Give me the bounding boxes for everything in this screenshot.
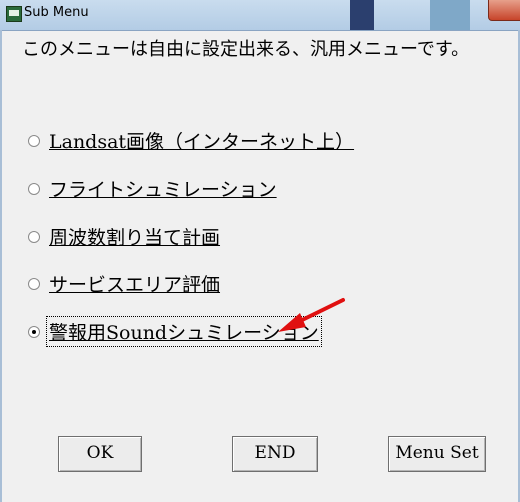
background-window-fragment bbox=[350, 0, 374, 30]
option-label[interactable]: サービスエリア評価 bbox=[47, 269, 222, 298]
close-button[interactable] bbox=[488, 0, 520, 21]
app-icon bbox=[6, 6, 22, 22]
option-label[interactable]: 周波数割り当て計画 bbox=[47, 222, 222, 251]
ok-button[interactable]: OK bbox=[58, 436, 142, 472]
window-border-left bbox=[0, 30, 2, 502]
annotation-arrow-icon bbox=[278, 298, 345, 332]
option-label[interactable]: フライトシュミレーション bbox=[47, 174, 279, 203]
window-title: Sub Menu bbox=[24, 5, 89, 20]
option-service-area[interactable]: サービスエリア評価 bbox=[28, 269, 222, 298]
option-label[interactable]: Landsat画像（インターネット上） bbox=[47, 126, 356, 155]
radio-button[interactable] bbox=[28, 182, 40, 195]
menu-set-button[interactable]: Menu Set bbox=[388, 436, 486, 472]
option-flight-simulation[interactable]: フライトシュミレーション bbox=[28, 174, 279, 203]
radio-button[interactable] bbox=[28, 277, 40, 290]
option-landsat[interactable]: Landsat画像（インターネット上） bbox=[28, 126, 356, 155]
radio-button[interactable] bbox=[28, 134, 40, 147]
menu-description: このメニューは自由に設定出来る、汎用メニューです。 bbox=[22, 39, 470, 60]
end-button[interactable]: END bbox=[232, 436, 318, 472]
radio-button-selected[interactable] bbox=[28, 325, 40, 338]
background-window-fragment bbox=[430, 0, 470, 30]
option-frequency-plan[interactable]: 周波数割り当て計画 bbox=[28, 222, 222, 251]
radio-button[interactable] bbox=[28, 230, 40, 243]
title-bar: Sub Menu bbox=[0, 0, 520, 31]
